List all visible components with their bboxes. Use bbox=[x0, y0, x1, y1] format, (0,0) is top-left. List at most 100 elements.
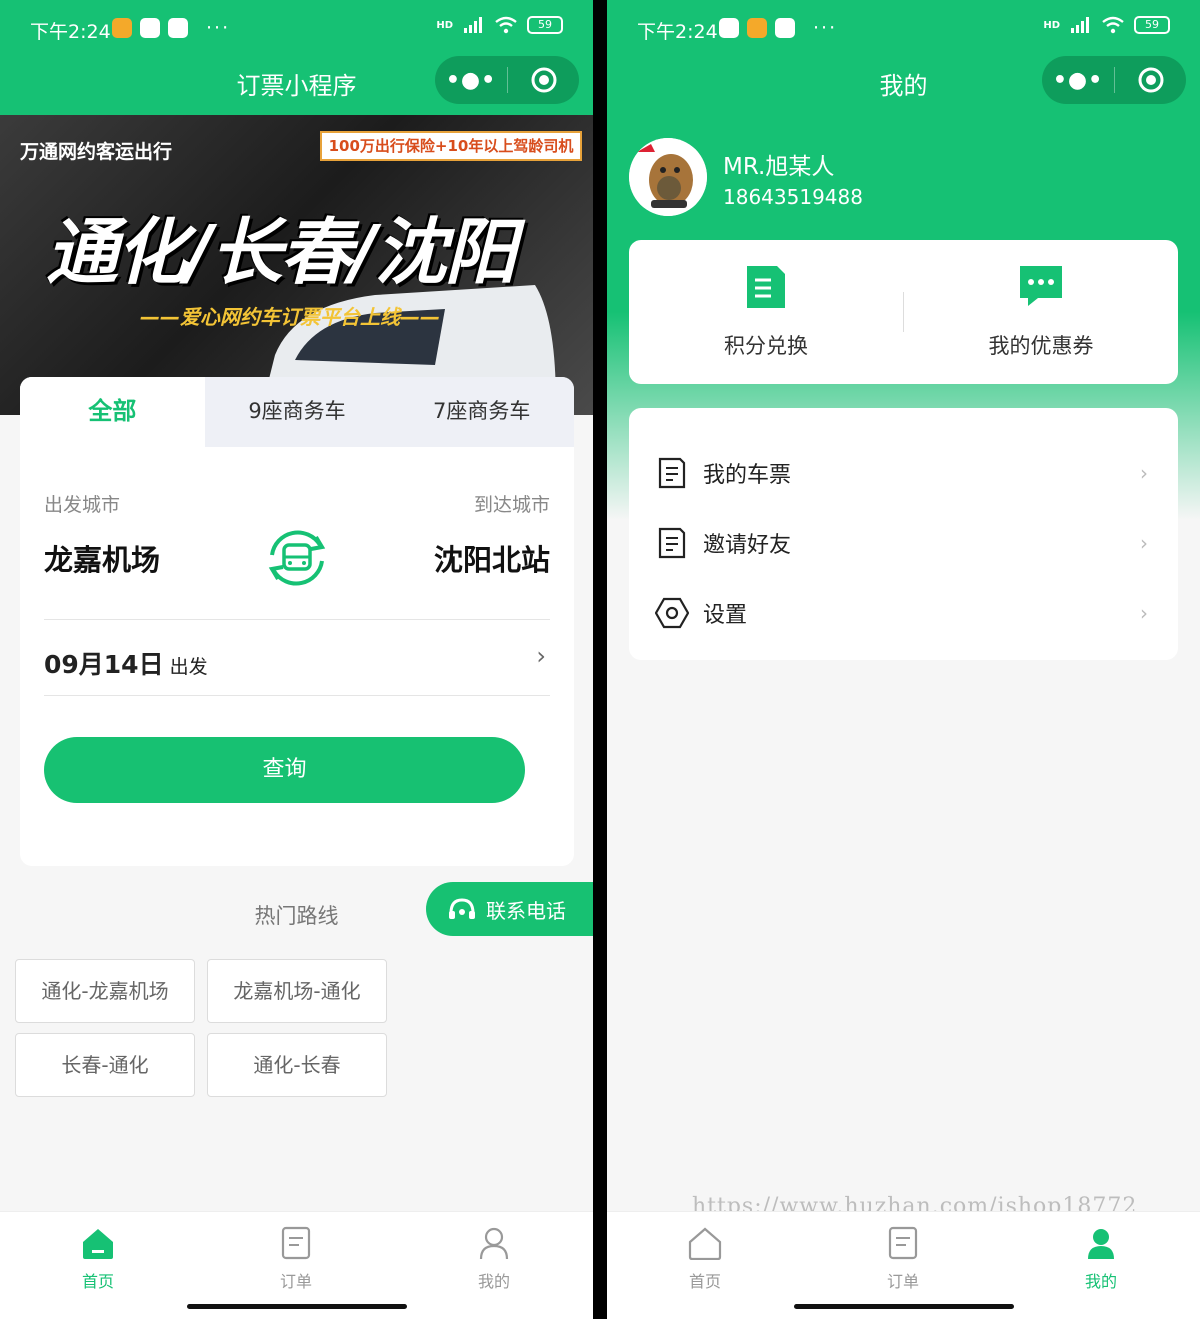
menu-label: 我的车票 bbox=[703, 463, 792, 488]
invite-document-icon bbox=[658, 527, 686, 559]
right-screen: 下午2:24 ··· HD 59 我的 •●• MR.旭某人 186435194… bbox=[607, 0, 1200, 1319]
system-icons: HD 59 bbox=[436, 16, 563, 34]
target-icon bbox=[1138, 67, 1163, 93]
system-icons: HD 59 bbox=[1043, 16, 1170, 34]
more-notifications-icon: ··· bbox=[813, 17, 838, 39]
status-time: 下午2:24 bbox=[30, 21, 111, 43]
banner-headline: 通化/长春/沈阳 bbox=[46, 210, 517, 294]
baidu-app-icon bbox=[140, 18, 160, 38]
tab-7-seat[interactable]: 7座商务车 bbox=[389, 377, 574, 447]
qq-app-icon bbox=[168, 18, 188, 38]
route-item[interactable]: 通化-长春 bbox=[207, 1033, 387, 1097]
route-item[interactable]: 通化-龙嘉机场 bbox=[15, 959, 195, 1023]
points-document-icon bbox=[747, 266, 785, 308]
swap-cities-icon[interactable] bbox=[264, 525, 330, 591]
action-label: 我的优惠券 bbox=[988, 334, 1094, 358]
departure-label: 出发城市 bbox=[44, 494, 121, 516]
capsule-close-button[interactable] bbox=[1115, 66, 1186, 94]
user-phone: 18643519488 bbox=[723, 185, 863, 209]
miniprogram-capsule: •●• bbox=[435, 56, 579, 104]
tabbar-mine[interactable]: 我的 bbox=[1051, 1226, 1151, 1292]
menu-label: 设置 bbox=[703, 603, 748, 628]
status-time: 下午2:24 bbox=[637, 21, 718, 43]
chevron-right-icon: › bbox=[1140, 461, 1148, 485]
chat-bubble-icon bbox=[1020, 266, 1062, 306]
battery-icon: 59 bbox=[527, 16, 563, 34]
avatar[interactable] bbox=[629, 138, 707, 216]
avatar-image bbox=[629, 138, 707, 216]
status-bar: 下午2:24 ··· HD 59 bbox=[607, 0, 1200, 58]
target-icon bbox=[531, 67, 556, 93]
settings-hexagon-icon bbox=[655, 597, 689, 629]
hot-routes-list: 通化-龙嘉机场 龙嘉机场-通化 长春-通化 通化-长春 bbox=[15, 959, 578, 1097]
tab-9-seat[interactable]: 9座商务车 bbox=[205, 377, 390, 447]
route-item[interactable]: 长春-通化 bbox=[15, 1033, 195, 1097]
order-icon bbox=[281, 1226, 311, 1260]
home-indicator bbox=[187, 1304, 407, 1309]
status-bar: 下午2:24 ··· HD 59 bbox=[0, 0, 593, 58]
my-coupons-button[interactable]: 我的优惠券 bbox=[904, 264, 1178, 360]
menu-settings[interactable]: 设置 › bbox=[629, 578, 1178, 648]
notification-icons: ··· bbox=[719, 17, 837, 39]
departure-city[interactable]: 龙嘉机场 bbox=[44, 537, 160, 579]
menu-my-tickets[interactable]: 我的车票 › bbox=[629, 438, 1178, 508]
query-button[interactable]: 查询 bbox=[44, 737, 525, 803]
tabbar-orders[interactable]: 订单 bbox=[853, 1226, 953, 1292]
wifi-icon bbox=[1102, 16, 1124, 34]
tabbar-label: 我的 bbox=[477, 1272, 510, 1291]
tabbar-home[interactable]: 首页 bbox=[48, 1226, 148, 1292]
points-exchange-button[interactable]: 积分兑换 bbox=[629, 264, 903, 360]
nav-bar: 订票小程序 •●• bbox=[0, 56, 593, 114]
user-icon bbox=[479, 1227, 509, 1260]
banner-subtitle: 万通网约客运出行 bbox=[20, 141, 173, 163]
tabbar-label: 首页 bbox=[688, 1272, 721, 1291]
quick-actions-card: 积分兑换 我的优惠券 bbox=[629, 240, 1178, 384]
tab-bar: 首页 订单 我的 bbox=[0, 1211, 593, 1319]
booking-card: 全部 9座商务车 7座商务车 出发城市 到达城市 龙嘉机场 沈阳北站 09月14… bbox=[20, 377, 574, 866]
tab-all[interactable]: 全部 bbox=[20, 377, 205, 447]
vehicle-tabs: 全部 9座商务车 7座商务车 bbox=[20, 377, 574, 447]
divider bbox=[44, 619, 550, 620]
capsule-more-button[interactable]: •●• bbox=[1042, 68, 1114, 93]
tabbar-mine[interactable]: 我的 bbox=[444, 1226, 544, 1292]
tabbar-label: 订单 bbox=[886, 1272, 919, 1291]
banner-tag: 100万出行保险+10年以上驾龄司机 bbox=[320, 131, 582, 161]
hd-signal-icon: HD bbox=[436, 19, 453, 31]
battery-icon: 59 bbox=[1134, 16, 1170, 34]
menu-invite-friends[interactable]: 邀请好友 › bbox=[629, 508, 1178, 578]
date-suffix: 出发 bbox=[169, 656, 208, 678]
notification-icons: ··· bbox=[112, 17, 230, 39]
username: MR.旭某人 bbox=[723, 154, 835, 180]
promo-banner[interactable]: 万通网约客运出行 100万出行保险+10年以上驾龄司机 通化/长春/沈阳 ——爱… bbox=[0, 115, 593, 415]
arrival-label: 到达城市 bbox=[473, 494, 550, 516]
tabbar-label: 首页 bbox=[81, 1272, 114, 1291]
tabbar-orders[interactable]: 订单 bbox=[246, 1226, 346, 1292]
wifi-icon bbox=[495, 16, 517, 34]
departure-date[interactable]: 09月14日 出发 bbox=[44, 645, 208, 681]
capsule-close-button[interactable] bbox=[508, 66, 579, 94]
baidu-app-icon bbox=[775, 18, 795, 38]
signal-icon bbox=[464, 17, 482, 33]
nav-bar: 我的 •●• bbox=[607, 56, 1200, 114]
user-icon bbox=[1088, 1229, 1114, 1259]
more-notifications-icon: ··· bbox=[206, 17, 231, 39]
hd-signal-icon: HD bbox=[1043, 19, 1060, 31]
ticket-document-icon bbox=[658, 457, 686, 489]
message-app-icon bbox=[112, 18, 132, 38]
contact-phone-button[interactable]: 联系电话 bbox=[426, 882, 593, 936]
contact-label: 联系电话 bbox=[486, 898, 566, 923]
chevron-right-icon: › bbox=[536, 642, 546, 670]
tab-bar: 首页 订单 我的 bbox=[607, 1211, 1200, 1319]
arrival-city[interactable]: 沈阳北站 bbox=[434, 537, 550, 579]
tabbar-home[interactable]: 首页 bbox=[655, 1226, 755, 1292]
tabbar-label: 我的 bbox=[1084, 1272, 1117, 1291]
capsule-more-button[interactable]: •●• bbox=[435, 68, 507, 93]
order-icon bbox=[888, 1226, 918, 1260]
banner-slogan: ——爱心网约车订票平台上线—— bbox=[140, 305, 440, 329]
date-value: 09月14日 bbox=[44, 650, 164, 679]
settings-menu: 我的车票 › 邀请好友 › 设置 › bbox=[629, 408, 1178, 660]
route-item[interactable]: 龙嘉机场-通化 bbox=[207, 959, 387, 1023]
menu-label: 邀请好友 bbox=[703, 533, 792, 558]
signal-icon bbox=[1071, 17, 1089, 33]
tabbar-label: 订单 bbox=[279, 1272, 312, 1291]
